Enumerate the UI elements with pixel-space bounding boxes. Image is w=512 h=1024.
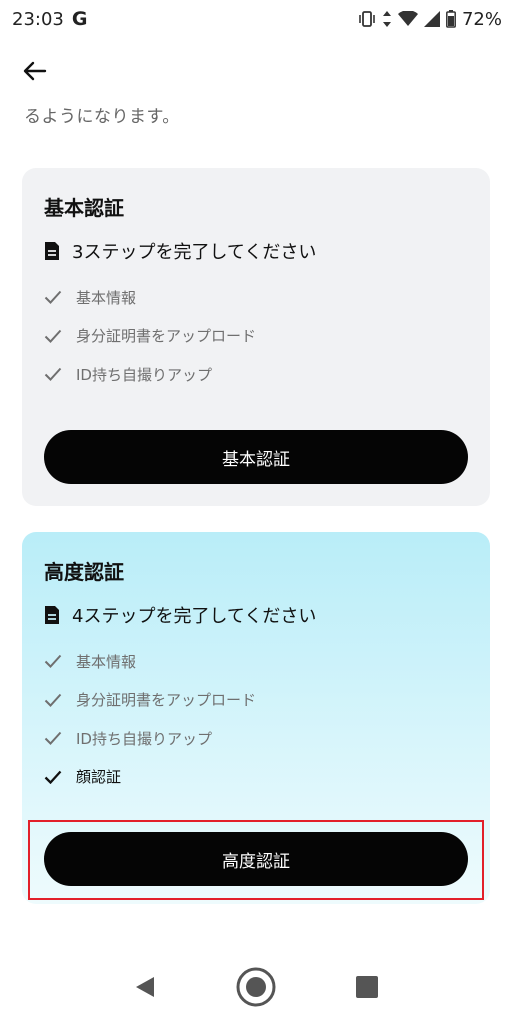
status-right: 72%: [358, 9, 502, 30]
back-button[interactable]: [20, 56, 50, 86]
nav-recents-button[interactable]: [345, 965, 389, 1009]
list-item: ID持ち自撮りアップ: [44, 355, 468, 394]
steps-summary: 4ステップを完了してください: [44, 602, 468, 628]
document-icon: [45, 242, 59, 260]
check-icon: [44, 655, 62, 669]
intro-text: るようになります。: [24, 107, 180, 127]
requirement-list: 基本情報 身分証明書をアップロード ID持ち自撮りアップ 顔認証: [44, 642, 468, 796]
check-icon: [44, 693, 62, 707]
list-item: 基本情報: [44, 278, 468, 317]
card-title: 基本認証: [44, 196, 124, 220]
nav-back-button[interactable]: [123, 965, 167, 1009]
status-left: 23:03 G: [12, 8, 87, 30]
steps-text: 4ステップを完了してください: [72, 606, 317, 627]
data-arrows-icon: [382, 10, 392, 28]
requirement-label: ID持ち自撮りアップ: [76, 365, 212, 384]
vibrate-icon: [358, 11, 376, 27]
triangle-back-icon: [136, 977, 155, 997]
status-time: 23:03: [12, 8, 64, 30]
google-icon: G: [71, 8, 88, 30]
requirement-label: ID持ち自撮りアップ: [76, 729, 212, 748]
check-icon: [44, 368, 62, 382]
list-item: ID持ち自撮りアップ: [44, 719, 468, 758]
check-icon: [44, 732, 62, 746]
requirement-label: 身分証明書をアップロード: [76, 691, 257, 710]
battery-percent: 72%: [461, 8, 502, 30]
navigation-bar: [0, 950, 512, 1024]
list-item: 顔認証: [44, 758, 468, 797]
advanced-verification-card: 高度認証 4ステップを完了してください 基本情報 身分証明書をアップロード ID…: [22, 532, 490, 904]
battery-icon: [446, 10, 456, 28]
requirement-label: 顔認証: [76, 768, 122, 787]
requirement-label: 基本情報: [76, 652, 137, 671]
steps-text: 3ステップを完了してください: [72, 242, 317, 263]
list-item: 身分証明書をアップロード: [44, 317, 468, 356]
wifi-icon: [397, 11, 418, 27]
check-icon: [44, 770, 62, 784]
basic-verification-button[interactable]: 基本認証: [44, 430, 468, 484]
requirement-label: 基本情報: [76, 288, 137, 307]
check-icon: [44, 329, 62, 343]
steps-summary: 3ステップを完了してください: [44, 238, 468, 264]
square-recents-icon: [355, 976, 378, 998]
document-icon: [45, 606, 59, 624]
circle-home-icon: [236, 967, 276, 1007]
requirement-label: 身分証明書をアップロード: [76, 327, 257, 346]
status-bar: 23:03 G 72%: [0, 0, 512, 38]
nav-home-button[interactable]: [234, 965, 278, 1009]
advanced-verification-button[interactable]: 高度認証: [44, 832, 468, 886]
signal-icon: [423, 11, 440, 27]
basic-verification-card: 基本認証 3ステップを完了してください 基本情報 身分証明書をアップロード ID…: [22, 168, 490, 506]
list-item: 基本情報: [44, 642, 468, 681]
requirement-list: 基本情報 身分証明書をアップロード ID持ち自撮りアップ: [44, 278, 468, 394]
check-icon: [44, 291, 62, 305]
screen: 23:03 G 72% るようになります。 基本認証 3ステップを完了してくださ…: [0, 0, 512, 1024]
list-item: 身分証明書をアップロード: [44, 681, 468, 720]
card-title: 高度認証: [44, 560, 124, 584]
arrow-left-icon: [23, 61, 47, 81]
